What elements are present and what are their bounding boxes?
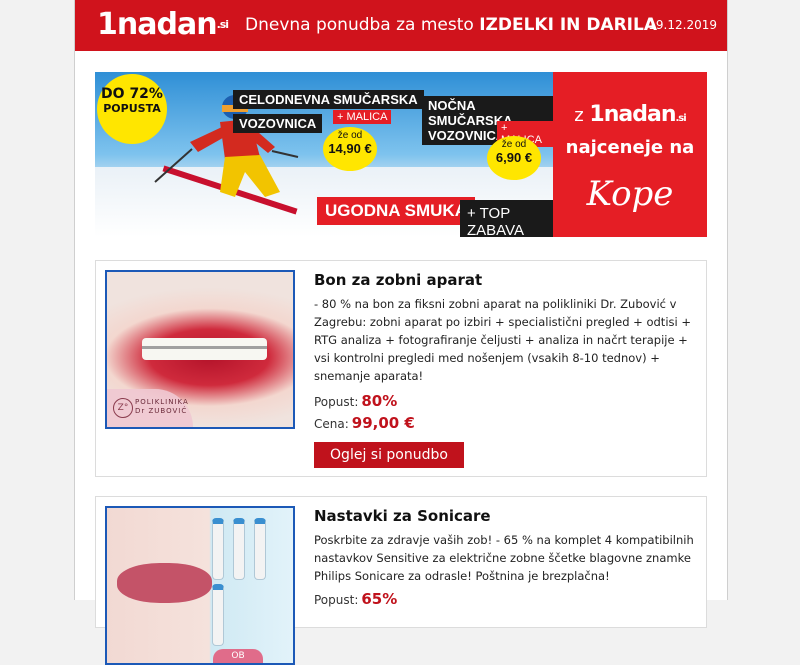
offer-card: OB NAKUPU Nastavki za Sonicare Poskrbite…	[95, 496, 707, 665]
discount-label: Popust:	[314, 395, 359, 409]
clinic-stamp-line2: Dr ZUBOVIĆ	[135, 407, 188, 415]
offer-description: - 80 % na bon za fiksni zobni aparat na …	[314, 297, 691, 383]
ticket2-price: 6,90 €	[495, 150, 533, 165]
promo-banner[interactable]: DO 72% POPUSTA CELODNEVNA SMUČARSKA VOZO…	[95, 72, 707, 237]
ticket1-price: 14,90 €	[328, 141, 372, 156]
offer-card: Z° POLIKLINIKA Dr ZUBOVIĆ Bon za zobni ap…	[95, 260, 707, 477]
braces-wire	[142, 346, 267, 349]
view-offer-button[interactable]: Oglej si ponudbo	[314, 442, 464, 468]
header-city: IZDELKI IN DARILA	[479, 15, 657, 35]
logo-suffix: .si	[216, 18, 229, 31]
banner-logo-text: 1nadan	[589, 102, 676, 127]
banner-brand-panel: z 1nadan.si najceneje na Kope	[553, 72, 707, 237]
banner-scene: DO 72% POPUSTA CELODNEVNA SMUČARSKA VOZO…	[95, 72, 553, 237]
clinic-stamp: Z° POLIKLINIKA Dr ZUBOVIĆ	[107, 389, 193, 427]
banner-slogan: najceneje na	[565, 137, 695, 158]
offer-image[interactable]: Z° POLIKLINIKA Dr ZUBOVIĆ	[105, 270, 295, 429]
banner-logo-suffix: .si	[675, 113, 687, 124]
banner-z: z	[574, 105, 584, 126]
badge-percent: DO 72%	[101, 86, 163, 102]
discount-label: Popust:	[314, 593, 359, 607]
price-label: Cena:	[314, 417, 349, 431]
brush-head	[212, 518, 224, 580]
offer-title[interactable]: Nastavki za Sonicare	[314, 507, 491, 525]
brush-head	[212, 584, 224, 646]
offer-discount-row: Popust: 80%	[314, 392, 397, 410]
header-title-prefix: Dnevna ponudba za mesto	[245, 15, 480, 35]
header-bar: 1nadan.si Dnevna ponudba za mesto IZDELK…	[75, 0, 727, 51]
smile-graphic	[117, 563, 212, 603]
brush-heads-graphic	[212, 518, 292, 646]
ticket2-price-from: že od	[501, 139, 527, 150]
purchase-badge: OB NAKUPU	[213, 649, 263, 663]
offer-image[interactable]: OB NAKUPU	[105, 506, 295, 665]
ticket1-price-circle: že od 14,90 €	[323, 127, 377, 171]
ticket1-line2: VOZOVNICA	[233, 114, 323, 133]
clinic-stamp-line1: POLIKLINIKA	[135, 398, 189, 406]
brush-head	[254, 518, 266, 580]
banner-cta-main: UGODNA SMUKA	[317, 197, 475, 225]
header-title: Dnevna ponudba za mesto IZDELKI IN DARIL…	[245, 15, 657, 35]
banner-brand-logo: z 1nadan.si	[553, 102, 707, 127]
ticket1-extra: + MALICA	[333, 110, 392, 124]
price-value: 99,00 €	[351, 414, 415, 432]
badge-label: POPUSTA	[103, 102, 161, 115]
offer-description: Poskrbite za zdravje vaših zob! - 65 % n…	[314, 533, 694, 583]
clinic-logo-icon: Z°	[113, 398, 133, 418]
logo-text: 1nadan	[97, 7, 218, 42]
email-frame: 1nadan.si Dnevna ponudba za mesto IZDELK…	[74, 0, 728, 665]
teeth-graphic	[142, 338, 267, 360]
clinic-stamp-text: POLIKLINIKA Dr ZUBOVIĆ	[135, 398, 189, 416]
brush-head	[233, 518, 245, 580]
ticket2-price-circle: že od 6,90 €	[487, 136, 541, 180]
ticket1-line1: CELODNEVNA SMUČARSKA	[233, 90, 424, 109]
header-date: 19.12.2019	[648, 18, 717, 32]
brand-logo[interactable]: 1nadan.si	[97, 7, 229, 42]
banner-cta-secondary: + TOP ZABAVA	[460, 200, 553, 237]
discount-badge: DO 72% POPUSTA	[97, 74, 167, 144]
offer-price-row: Cena: 99,00 €	[314, 414, 415, 432]
ticket1-price-from: že od	[337, 130, 363, 141]
kope-logo: Kope	[586, 174, 674, 214]
offer-discount-row: Popust: 65%	[314, 590, 397, 608]
discount-value: 65%	[361, 590, 398, 608]
offer-title[interactable]: Bon za zobni aparat	[314, 271, 482, 289]
discount-value: 80%	[361, 392, 398, 410]
